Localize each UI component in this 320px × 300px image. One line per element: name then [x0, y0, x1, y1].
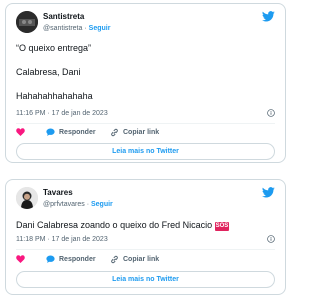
link-icon — [111, 255, 118, 264]
tweet-timestamp[interactable]: 11:18 PM · 17 de jan de 2023 — [16, 236, 108, 243]
tweet-text-line: Calabresa, Dani — [16, 67, 81, 77]
tweet-card: Santistreta @santistreta · Seguir “O que… — [5, 3, 286, 163]
copy-link-label: Copiar link — [123, 129, 160, 136]
heart-icon — [16, 128, 25, 136]
link-icon — [111, 128, 118, 137]
follow-button[interactable]: Seguir — [91, 201, 113, 208]
divider — [16, 123, 275, 124]
twitter-bird-icon[interactable] — [262, 11, 275, 22]
tweet-timestamp[interactable]: 11:16 PM · 17 de jan de 2023 — [16, 110, 108, 117]
read-more-button[interactable]: Leia mais no Twitter — [16, 271, 275, 288]
reply-button[interactable]: Responder — [46, 128, 96, 136]
author-display-name[interactable]: Santistreta — [43, 11, 110, 22]
like-button[interactable] — [16, 255, 25, 263]
speech-bubble-icon — [46, 255, 55, 263]
read-more-button[interactable]: Leia mais no Twitter — [16, 143, 275, 160]
separator-dot: · — [84, 25, 87, 32]
tweet-actions: Responder Copiar link — [16, 128, 275, 138]
avatar[interactable] — [16, 187, 38, 209]
tweet-author: Santistreta @santistreta · Seguir — [16, 11, 275, 35]
tweet-card: Tavares @prfvtavares · Seguir Dani Calab… — [5, 179, 286, 295]
tweet-text-body: Dani Calabresa zoando o queixo do Fred N… — [16, 220, 213, 230]
author-handle[interactable]: @santistreta — [43, 25, 82, 32]
tweet-text-line: “O queixo entrega” — [16, 43, 92, 53]
tweet-text-line: Hahahahhahahaha — [16, 91, 93, 101]
like-button[interactable] — [16, 128, 25, 136]
info-icon[interactable] — [267, 235, 275, 243]
tweet-author: Tavares @prfvtavares · Seguir — [16, 187, 275, 211]
divider — [16, 249, 275, 250]
heart-icon — [16, 255, 25, 263]
avatar[interactable] — [16, 11, 38, 33]
tweet-text: Dani Calabresa zoando o queixo do Fred N… — [16, 219, 275, 231]
author-handle[interactable]: @prfvtavares — [43, 201, 85, 208]
copy-link-button[interactable]: Copiar link — [110, 255, 159, 264]
sos-emoji: SOS — [214, 222, 230, 231]
info-icon[interactable] — [267, 109, 275, 117]
copy-link-label: Copiar link — [123, 256, 160, 263]
separator-dot: · — [86, 201, 90, 208]
reply-label: Responder — [59, 128, 96, 136]
author-display-name[interactable]: Tavares — [43, 187, 113, 198]
copy-link-button[interactable]: Copiar link — [110, 128, 159, 137]
reply-label: Responder — [59, 255, 96, 263]
twitter-bird-icon[interactable] — [262, 187, 275, 198]
reply-button[interactable]: Responder — [46, 255, 96, 263]
follow-button[interactable]: Seguir — [89, 25, 111, 32]
tweet-actions: Responder Copiar link — [16, 255, 275, 265]
speech-bubble-icon — [46, 128, 55, 136]
